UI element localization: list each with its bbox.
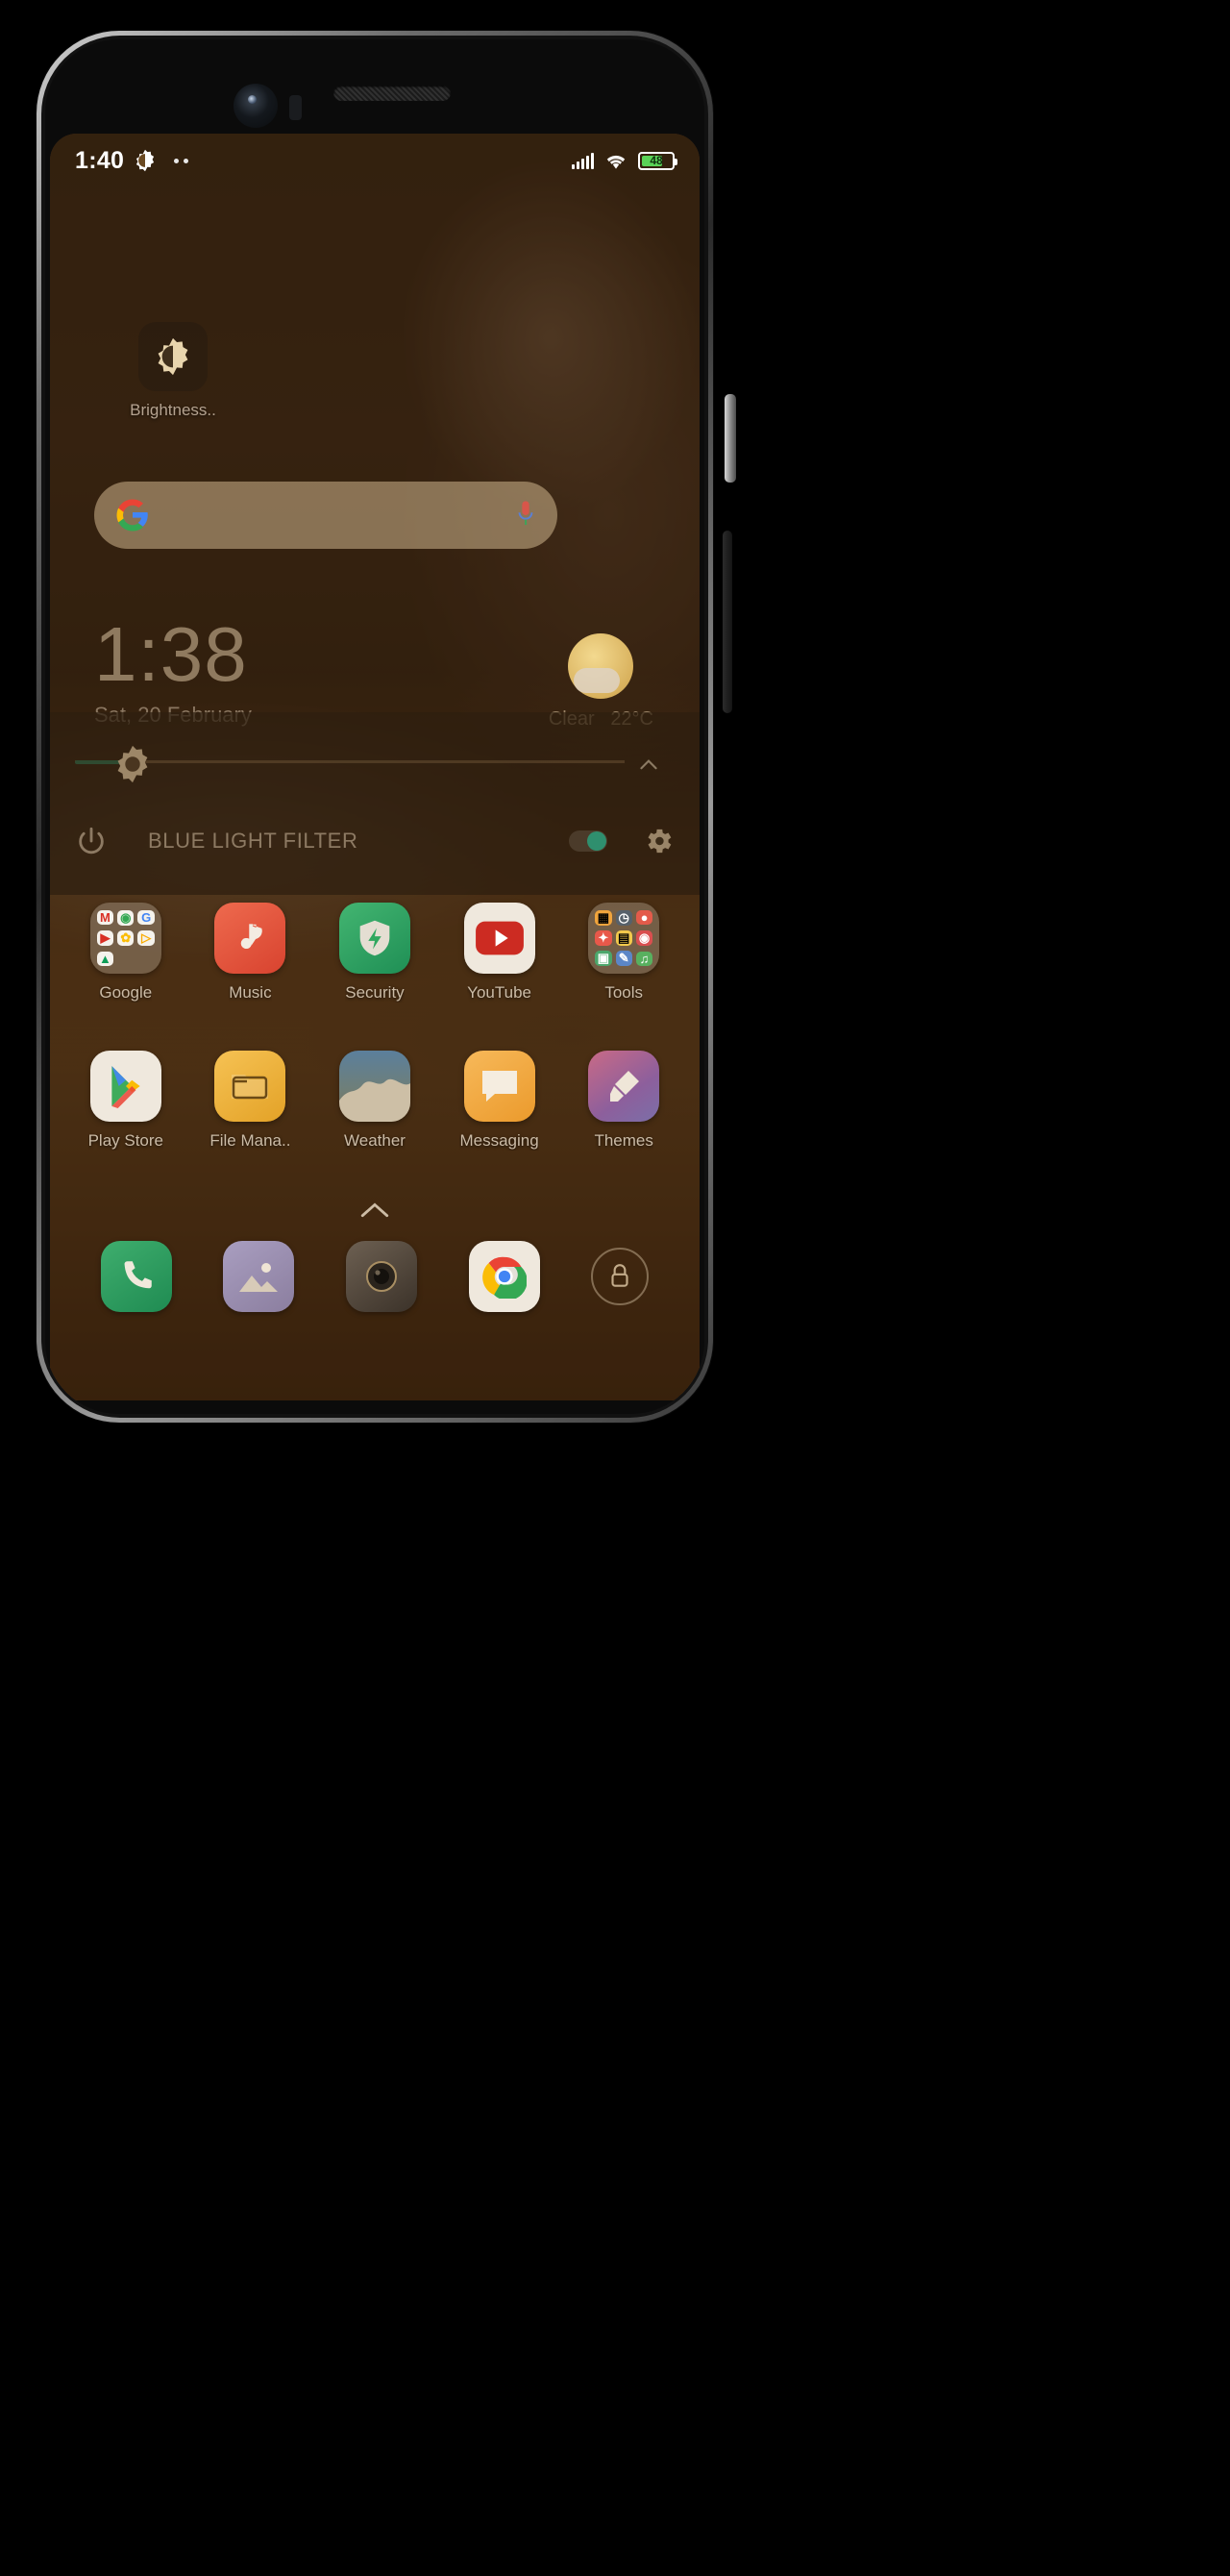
volume-button[interactable] <box>723 531 732 713</box>
blue-light-filter-icon <box>136 149 155 172</box>
slider-track <box>75 760 625 763</box>
brightness-shortcut[interactable] <box>138 322 208 391</box>
photos-icon: ✿ <box>117 930 135 947</box>
lock-icon[interactable] <box>591 1248 650 1305</box>
app-label: YouTube <box>467 983 531 1002</box>
app-google-folder[interactable]: M ◉ G ▶ ✿ ▷ ▲ Google <box>73 903 179 1003</box>
app-row-1: M ◉ G ▶ ✿ ▷ ▲ Google Music Security YouT… <box>50 903 700 1003</box>
app-row-2: Play Store File Mana.. Weather Messaging… <box>50 1051 700 1151</box>
app-label: Weather <box>344 1131 406 1150</box>
phone-frame: 1:40 48 Brightness.. 1:38 BLUE LIGHT FIL… <box>37 31 736 1423</box>
app-grid: M ◉ G ▶ ✿ ▷ ▲ Google Music Security YouT… <box>50 903 700 1164</box>
gear-icon[interactable] <box>642 825 675 857</box>
messaging-bubble-icon[interactable] <box>463 1051 535 1122</box>
status-bar-clock: 1:40 <box>75 146 125 174</box>
status-bar-left: 1:40 <box>75 146 189 175</box>
chevron-up-icon[interactable] <box>358 1199 391 1222</box>
status-bar: 1:40 48 <box>50 134 700 187</box>
brightness-slider[interactable] <box>67 739 678 783</box>
proximity-sensor-icon <box>289 95 302 120</box>
drive-icon: ▲ <box>96 952 114 967</box>
file-manager-folder-icon[interactable] <box>214 1051 286 1122</box>
app-label: Play Store <box>87 1131 164 1150</box>
calendar-icon: ▣ <box>595 951 612 967</box>
app-label: Music <box>229 983 272 1002</box>
google-g-icon <box>116 499 148 532</box>
blue-light-filter-panel[interactable]: BLUE LIGHT FILTER <box>50 712 700 895</box>
maps-icon: ◉ <box>117 909 135 926</box>
dock <box>50 1241 700 1312</box>
app-label: Security <box>345 983 405 1002</box>
fm-icon: ♫ <box>635 951 653 966</box>
sun-slider-icon[interactable] <box>111 743 154 785</box>
camera-icon[interactable] <box>345 1241 417 1312</box>
gallery-icon[interactable] <box>223 1241 295 1312</box>
signal-icon <box>572 152 594 169</box>
app-play-store[interactable]: Play Store <box>73 1051 179 1151</box>
compass-icon: ✦ <box>595 929 612 946</box>
blue-light-filter-title: BLUE LIGHT FILTER <box>148 829 358 853</box>
app-music[interactable]: Music <box>197 903 303 1003</box>
wifi-icon <box>606 155 626 169</box>
app-youtube[interactable]: YouTube <box>447 903 553 1003</box>
app-themes[interactable]: Themes <box>571 1051 676 1151</box>
blue-light-filter-toggle[interactable] <box>569 830 607 852</box>
app-label: Tools <box>604 983 644 1002</box>
themes-brush-icon[interactable] <box>588 1051 660 1122</box>
app-label: File Mana.. <box>209 1131 291 1150</box>
battery-percent-label: 48 <box>650 153 663 167</box>
google-search-widget[interactable] <box>94 482 557 549</box>
power-button[interactable] <box>725 394 736 483</box>
brightness-sun-moon-icon <box>158 337 188 376</box>
blue-light-filter-row[interactable]: BLUE LIGHT FILTER <box>50 801 700 881</box>
tools-folder-icon[interactable]: ▦ ◷ ● ✦ ▤ ◉ ▣ ✎ ♫ <box>588 903 660 974</box>
phone-icon[interactable] <box>100 1241 172 1312</box>
status-bar-right: 48 <box>572 151 677 170</box>
chevron-up-icon[interactable] <box>636 753 661 778</box>
app-label: Google <box>99 983 153 1002</box>
gmail-video-icon: ▶ <box>96 930 114 947</box>
rec-icon: ● <box>635 910 653 926</box>
power-icon[interactable] <box>75 825 108 857</box>
chrome-icon[interactable] <box>468 1241 540 1312</box>
play-icon: ▷ <box>137 930 155 947</box>
phone-screen[interactable]: 1:40 48 Brightness.. 1:38 BLUE LIGHT FIL… <box>50 134 700 1400</box>
earpiece-speaker <box>333 86 451 101</box>
play-store-icon[interactable] <box>89 1051 161 1122</box>
google-search-icon: G <box>137 910 155 926</box>
google-folder-icon[interactable]: M ◉ G ▶ ✿ ▷ ▲ <box>89 903 161 974</box>
music-note-icon[interactable] <box>214 903 286 974</box>
clock-weather-widget[interactable]: 1:38 Sat, 20 February Clear 22°C <box>94 614 661 731</box>
gmail-icon: M <box>96 910 114 926</box>
shield-bolt-icon[interactable] <box>338 903 410 974</box>
screenshot-stage: 1:40 48 Brightness.. 1:38 BLUE LIGHT FIL… <box>0 0 1230 2576</box>
app-label: Messaging <box>459 1131 539 1150</box>
app-tools-folder[interactable]: ▦ ◷ ● ✦ ▤ ◉ ▣ ✎ ♫ Tools <box>571 903 676 1003</box>
brightness-shortcut-label: Brightness.. <box>130 401 216 419</box>
app-messaging[interactable]: Messaging <box>447 1051 553 1151</box>
app-label: Themes <box>594 1131 653 1150</box>
youtube-play-icon[interactable] <box>463 903 535 974</box>
app-weather[interactable]: Weather <box>322 1051 428 1151</box>
calc-icon: ▦ <box>595 909 612 926</box>
app-security[interactable]: Security <box>322 903 428 1003</box>
notes-icon: ▤ <box>615 929 632 946</box>
mi-icon: ✎ <box>615 951 632 967</box>
battery-icon: 48 <box>638 151 677 170</box>
partly-cloudy-sun-icon <box>568 633 634 699</box>
front-camera-icon <box>234 84 278 128</box>
phone-body: 1:40 48 Brightness.. 1:38 BLUE LIGHT FIL… <box>45 39 704 1414</box>
more-dots-icon <box>174 158 189 163</box>
microphone-icon[interactable] <box>515 498 536 533</box>
weather-icon[interactable] <box>338 1051 410 1122</box>
app-drawer-indicator[interactable] <box>50 1199 700 1222</box>
scan-icon: ◉ <box>635 929 653 946</box>
app-file-manager[interactable]: File Mana.. <box>197 1051 303 1151</box>
clock-icon: ◷ <box>615 909 632 926</box>
